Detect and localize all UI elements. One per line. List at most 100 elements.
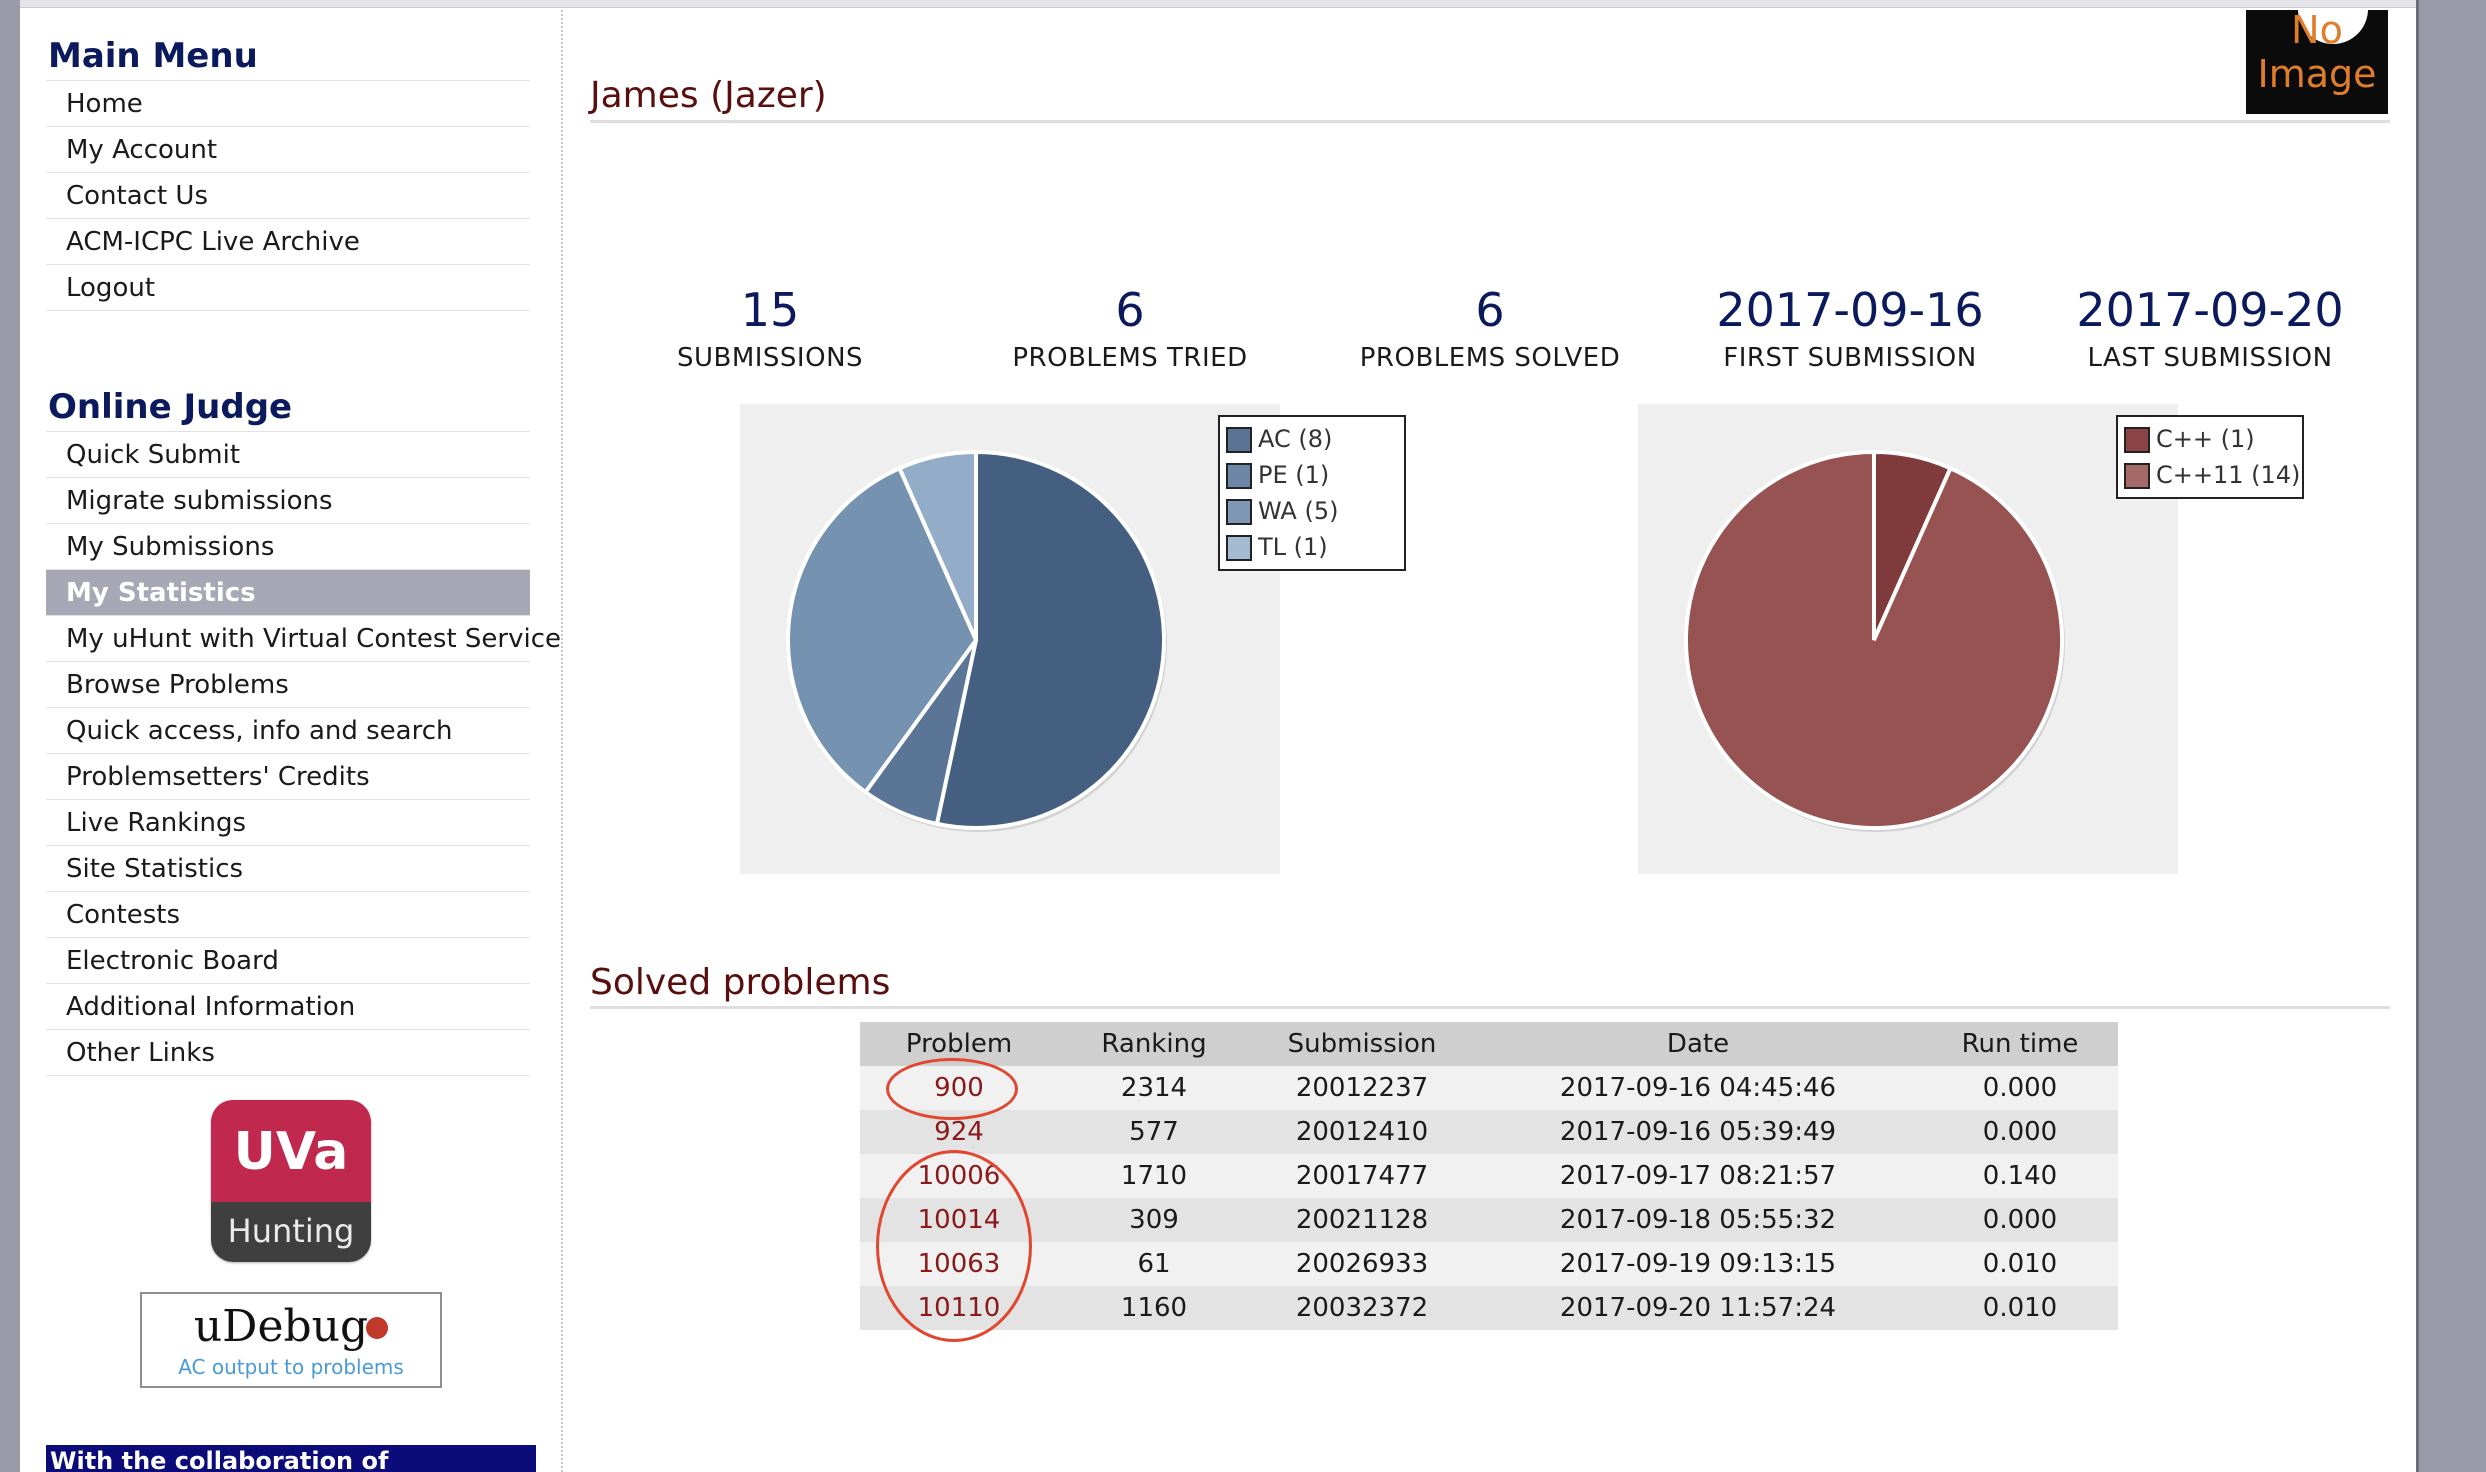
sidebar-item-contact-us[interactable]: Contact Us: [46, 173, 530, 219]
date-cell: 2017-09-17 08:21:57: [1474, 1154, 1922, 1198]
legend-swatch: [1226, 499, 1252, 525]
column-header-ranking: Ranking: [1058, 1022, 1250, 1066]
problem-link[interactable]: 10014: [860, 1198, 1058, 1242]
ladybug-icon: [366, 1316, 389, 1339]
sidebar-item-home[interactable]: Home: [46, 81, 530, 127]
table-row: 10110 1160 20032372 2017-09-20 11:57:24 …: [860, 1286, 2118, 1330]
avatar-placeholder-text: No Image: [2257, 10, 2377, 96]
ranking-cell: 61: [1058, 1242, 1250, 1286]
sidebar-item-site-statistics[interactable]: Site Statistics: [46, 846, 530, 892]
online-judge-heading: Online Judge: [46, 381, 530, 432]
sidebar-item-my-submissions[interactable]: My Submissions: [46, 524, 530, 570]
submission-cell: 20021128: [1250, 1198, 1474, 1242]
main-menu-list: Home My Account Contact Us ACM-ICPC Live…: [46, 81, 530, 311]
legend-swatch: [2124, 427, 2150, 453]
submission-cell: 20012410: [1250, 1110, 1474, 1154]
sidebar-item-my-account[interactable]: My Account: [46, 127, 530, 173]
submission-cell: 20032372: [1250, 1286, 1474, 1330]
stat-last-submission: 2017-09-20 LAST SUBMISSION: [2040, 280, 2380, 376]
online-judge-list: Quick Submit Migrate submissions My Subm…: [46, 432, 561, 1076]
stat-problems-tried: 6 PROBLEMS TRIED: [960, 280, 1300, 376]
sidebar-item-contests[interactable]: Contests: [46, 892, 530, 938]
runtime-cell: 0.000: [1922, 1066, 2118, 1110]
column-header-submission: Submission: [1250, 1022, 1474, 1066]
problem-link[interactable]: 10063: [860, 1242, 1058, 1286]
uva-badge-title: UVa: [211, 1100, 371, 1202]
problem-link[interactable]: 10110: [860, 1286, 1058, 1330]
table-row: 10014 309 20021128 2017-09-18 05:55:32 0…: [860, 1198, 2118, 1242]
window-frame-top-edge: [20, 7, 2418, 8]
legend-entry-wa: WA (5): [1226, 493, 1398, 529]
stat-label: PROBLEMS TRIED: [1012, 343, 1248, 373]
sidebar-item-electronic-board[interactable]: Electronic Board: [46, 938, 530, 984]
ranking-cell: 1160: [1058, 1286, 1250, 1330]
solved-divider: [590, 1006, 2390, 1009]
problem-link[interactable]: 10006: [860, 1154, 1058, 1198]
sidebar-divider: [561, 10, 563, 1472]
table-row: 10063 61 20026933 2017-09-19 09:13:15 0.…: [860, 1242, 2118, 1286]
sidebar-item-live-archive[interactable]: ACM-ICPC Live Archive: [46, 219, 530, 265]
date-cell: 2017-09-18 05:55:32: [1474, 1198, 1922, 1242]
date-cell: 2017-09-16 04:45:46: [1474, 1066, 1922, 1110]
runtime-cell: 0.140: [1922, 1154, 2118, 1198]
submission-cell: 20017477: [1250, 1154, 1474, 1198]
sidebar-item-browse-problems[interactable]: Browse Problems: [46, 662, 530, 708]
sidebar-item-additional-information[interactable]: Additional Information: [46, 984, 530, 1030]
language-legend: C++ (1) C++11 (14): [2116, 415, 2304, 499]
sidebar-item-problemsetters-credits[interactable]: Problemsetters' Credits: [46, 754, 530, 800]
legend-swatch: [1226, 535, 1252, 561]
legend-entry-pe: PE (1): [1226, 457, 1398, 493]
stat-value: 6: [1115, 283, 1145, 337]
legend-entry-ac: AC (8): [1226, 421, 1398, 457]
stat-submissions: 15 SUBMISSIONS: [600, 280, 940, 376]
submission-cell: 20026933: [1250, 1242, 1474, 1286]
language-pie-chart: [1638, 404, 2178, 874]
sidebar-item-migrate-submissions[interactable]: Migrate submissions: [46, 478, 530, 524]
runtime-cell: 0.000: [1922, 1110, 2118, 1154]
table-row: 10006 1710 20017477 2017-09-17 08:21:57 …: [860, 1154, 2118, 1198]
stat-label: FIRST SUBMISSION: [1723, 343, 1977, 373]
language-pie-svg: [1684, 449, 2065, 832]
legend-entry-tl: TL (1): [1226, 529, 1398, 565]
uva-hunting-badge[interactable]: UVa Hunting: [211, 1100, 371, 1262]
legend-entry-cpp11: C++11 (14): [2124, 457, 2300, 493]
udebug-banner[interactable]: uDebug AC output to problems: [140, 1292, 442, 1388]
sidebar: Main Menu Home My Account Contact Us ACM…: [46, 30, 561, 1076]
runtime-cell: 0.010: [1922, 1286, 2118, 1330]
column-header-run-time: Run time: [1922, 1022, 2118, 1066]
sidebar-item-other-links[interactable]: Other Links: [46, 1030, 530, 1076]
udebug-subtitle: AC output to problems: [178, 1355, 404, 1379]
problem-link[interactable]: 900: [860, 1066, 1058, 1110]
window-frame-right: [2418, 0, 2486, 1472]
stat-first-submission: 2017-09-16 FIRST SUBMISSION: [1680, 280, 2020, 376]
sidebar-item-quick-access[interactable]: Quick access, info and search: [46, 708, 530, 754]
legend-swatch: [1226, 427, 1252, 453]
column-header-problem: Problem: [860, 1022, 1058, 1066]
runtime-cell: 0.000: [1922, 1198, 2118, 1242]
sidebar-item-my-statistics[interactable]: My Statistics: [46, 570, 530, 616]
sidebar-item-live-rankings[interactable]: Live Rankings: [46, 800, 530, 846]
sidebar-item-quick-submit[interactable]: Quick Submit: [46, 432, 530, 478]
verdict-legend: AC (8) PE (1) WA (5) TL (1): [1218, 415, 1406, 571]
ranking-cell: 1710: [1058, 1154, 1250, 1198]
avatar: No Image: [2246, 10, 2388, 114]
verdict-pie-chart: [740, 404, 1280, 874]
sidebar-item-logout[interactable]: Logout: [46, 265, 530, 311]
stat-value: 2017-09-20: [2076, 283, 2344, 337]
stat-value: 15: [740, 283, 800, 337]
date-cell: 2017-09-16 05:39:49: [1474, 1110, 1922, 1154]
page-title: James (Jazer): [590, 75, 827, 116]
collaboration-banner: With the collaboration of: [46, 1445, 536, 1472]
table-row: 900 2314 20012237 2017-09-16 04:45:46 0.…: [860, 1066, 2118, 1110]
legend-entry-cpp: C++ (1): [2124, 421, 2296, 457]
column-header-date: Date: [1474, 1022, 1922, 1066]
stat-value: 2017-09-16: [1716, 283, 1984, 337]
submission-cell: 20012237: [1250, 1066, 1474, 1110]
stat-label: LAST SUBMISSION: [2087, 343, 2333, 373]
title-divider: [590, 120, 2390, 123]
stat-problems-solved: 6 PROBLEMS SOLVED: [1320, 280, 1660, 376]
problem-link[interactable]: 924: [860, 1110, 1058, 1154]
sidebar-item-uhunt[interactable]: My uHunt with Virtual Contest Service: [46, 616, 561, 662]
date-cell: 2017-09-20 11:57:24: [1474, 1286, 1922, 1330]
legend-swatch: [2124, 463, 2150, 489]
